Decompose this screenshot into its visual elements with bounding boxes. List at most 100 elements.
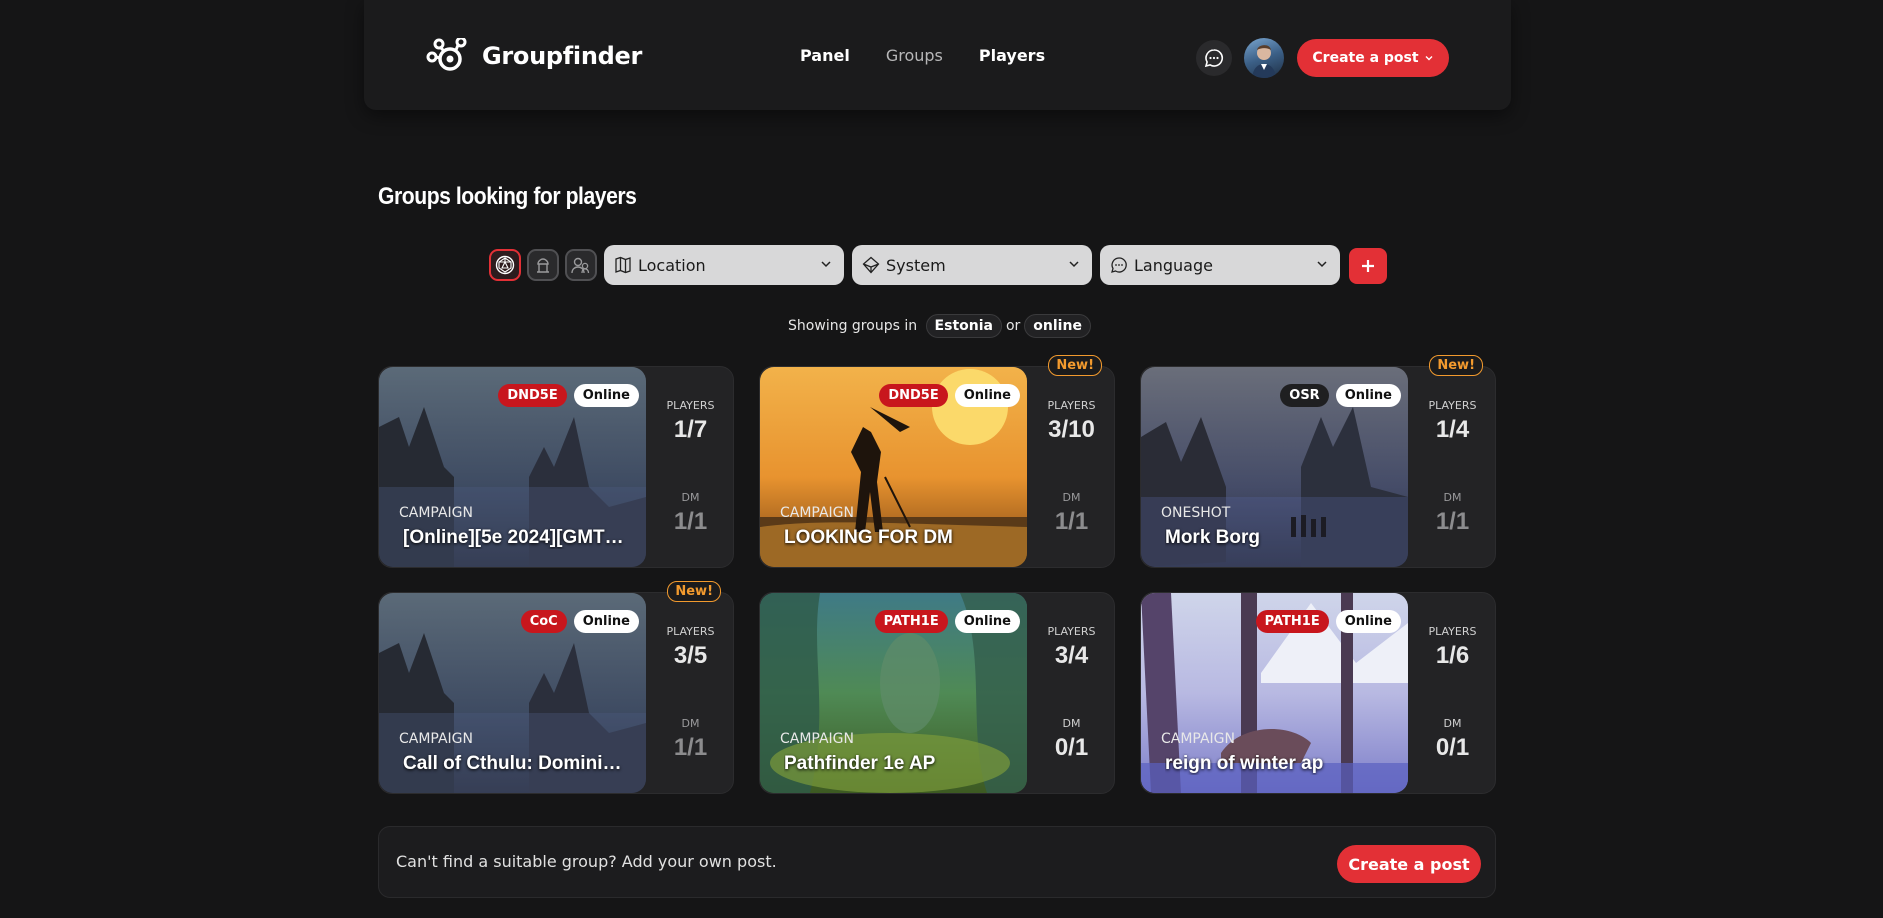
- language-select[interactable]: Language: [1100, 245, 1340, 285]
- card-badges: OSR Online: [1280, 384, 1401, 407]
- dm-count: 1/1: [1435, 508, 1470, 535]
- mode-badge: Online: [573, 384, 639, 407]
- dm-label: DM: [681, 717, 700, 730]
- system-select-label: System: [886, 255, 946, 275]
- group-card[interactable]: PATH1E Online CAMPAIGN reign of winter a…: [1140, 592, 1496, 794]
- card-badges: PATH1E Online: [1255, 610, 1401, 633]
- filter-tavern-toggle[interactable]: [527, 249, 559, 281]
- players-count: 1/7: [673, 416, 708, 443]
- filter-dice-toggle[interactable]: [489, 249, 521, 281]
- cta-text: Can't find a suitable group? Add your ow…: [396, 852, 777, 871]
- location-select[interactable]: Location: [604, 245, 844, 285]
- players-label: PLAYERS: [1428, 399, 1477, 412]
- create-post-button[interactable]: Create a post: [1337, 845, 1481, 883]
- chevron-down-icon: [821, 261, 831, 268]
- group-card[interactable]: PATH1E Online CAMPAIGN Pathfinder 1e AP …: [759, 592, 1115, 794]
- card-badges: CoC Online: [520, 610, 639, 633]
- main-nav: Panel Groups Players: [800, 46, 1045, 65]
- chevron-down-icon: [1069, 261, 1079, 268]
- group-stats: PLAYERS 1/7 DM 1/1: [646, 367, 735, 567]
- chevron-down-icon: [1317, 261, 1327, 268]
- players-label: PLAYERS: [1047, 399, 1096, 412]
- group-name: Mork Borg: [1165, 527, 1260, 548]
- dm-label: DM: [681, 491, 700, 504]
- players-count: 1/6: [1435, 642, 1470, 669]
- system-badge: CoC: [520, 610, 567, 633]
- players-count: 3/10: [1048, 416, 1095, 443]
- mode-badge: Online: [573, 610, 639, 633]
- location-pill[interactable]: Estonia: [925, 314, 1002, 338]
- card-badges: DND5E Online: [879, 384, 1020, 407]
- group-stats: PLAYERS 1/4 DM 1/1: [1408, 367, 1497, 567]
- group-card[interactable]: DND5E Online CAMPAIGN [Online][5e 2024][…: [378, 366, 734, 568]
- group-type: CAMPAIGN: [399, 731, 474, 747]
- group-card[interactable]: New! CoC Online CAMPAIGN Call of Cthulu:…: [378, 581, 735, 794]
- group-type: CAMPAIGN: [399, 505, 474, 521]
- players-count: 3/5: [673, 642, 708, 669]
- group-type: CAMPAIGN: [780, 505, 855, 521]
- filter-players-toggle[interactable]: [565, 249, 597, 281]
- nav-groups[interactable]: Groups: [886, 46, 943, 65]
- messages-button[interactable]: [1196, 40, 1232, 76]
- create-post-label: Create a post: [1312, 50, 1419, 66]
- mode-badge: Online: [1335, 610, 1401, 633]
- users-icon: [571, 257, 590, 274]
- dm-count: 1/1: [1054, 508, 1089, 535]
- players-label: PLAYERS: [1047, 625, 1096, 638]
- nav-panel[interactable]: Panel: [800, 46, 850, 65]
- d10-icon: [862, 256, 880, 274]
- dm-count: 0/1: [1435, 734, 1470, 761]
- dm-count: 0/1: [1054, 734, 1089, 761]
- group-name: Pathfinder 1e AP: [784, 753, 936, 774]
- group-card[interactable]: New! OSR Online ONESHOT Mork Borg PLAYER…: [1140, 355, 1497, 568]
- nav-players[interactable]: Players: [979, 46, 1045, 65]
- players-count: 3/4: [1054, 642, 1089, 669]
- showing-joiner: or: [1005, 318, 1021, 334]
- mode-badge: Online: [954, 384, 1020, 407]
- players-label: PLAYERS: [666, 399, 715, 412]
- group-name: LOOKING FOR DM: [784, 527, 953, 548]
- system-badge: DND5E: [879, 384, 948, 407]
- players-label: PLAYERS: [666, 625, 715, 638]
- players-label: PLAYERS: [1428, 625, 1477, 638]
- dm-count: 1/1: [673, 508, 708, 535]
- tavern-icon: [537, 258, 549, 273]
- group-stats: PLAYERS 3/10 DM 1/1: [1027, 367, 1116, 567]
- mode-badge: Online: [1335, 384, 1401, 407]
- mode-badge: Online: [954, 610, 1020, 633]
- showing-prefix: Showing groups in: [788, 318, 918, 334]
- add-filter-button[interactable]: [1349, 248, 1387, 284]
- group-stats: PLAYERS 3/5 DM 1/1: [646, 593, 735, 793]
- user-avatar[interactable]: [1244, 38, 1284, 78]
- mode-pill[interactable]: online: [1024, 314, 1091, 338]
- group-name: reign of winter ap: [1165, 753, 1324, 774]
- dm-count: 1/1: [673, 734, 708, 761]
- group-stats: PLAYERS 3/4 DM 0/1: [1027, 593, 1116, 793]
- chevron-down-icon: [1425, 56, 1433, 61]
- group-type: ONESHOT: [1161, 505, 1231, 521]
- dm-label: DM: [1062, 491, 1081, 504]
- group-name: Call of Cthulu: Dominion ...: [403, 753, 628, 774]
- card-badges: PATH1E Online: [874, 610, 1020, 633]
- add-post-cta: Can't find a suitable group? Add your ow…: [378, 826, 1496, 898]
- groupfinder-logo-icon: [426, 38, 467, 71]
- map-icon: [615, 256, 631, 274]
- system-badge: PATH1E: [874, 610, 948, 633]
- showing-groups-line: Showing groups in Estonia or online: [0, 314, 1883, 338]
- dm-label: DM: [1062, 717, 1081, 730]
- card-badges: DND5E Online: [498, 384, 639, 407]
- system-badge: DND5E: [498, 384, 567, 407]
- speech-bubble-icon: [1111, 257, 1127, 273]
- language-select-label: Language: [1134, 255, 1213, 275]
- dm-label: DM: [1443, 717, 1462, 730]
- group-card[interactable]: New! DND5E Online CAMPAIGN LOOKING FOR D…: [759, 355, 1116, 568]
- brand-logo[interactable]: Groupfinder: [426, 38, 642, 74]
- create-post-dropdown-button[interactable]: Create a post: [1297, 39, 1449, 77]
- location-select-label: Location: [638, 255, 706, 275]
- d20-icon: [495, 255, 515, 275]
- players-count: 1/4: [1435, 416, 1470, 443]
- avatar-portrait-icon: [1252, 45, 1276, 78]
- group-type: CAMPAIGN: [1161, 731, 1236, 747]
- system-select[interactable]: System: [852, 245, 1092, 285]
- plus-icon: [1362, 260, 1374, 272]
